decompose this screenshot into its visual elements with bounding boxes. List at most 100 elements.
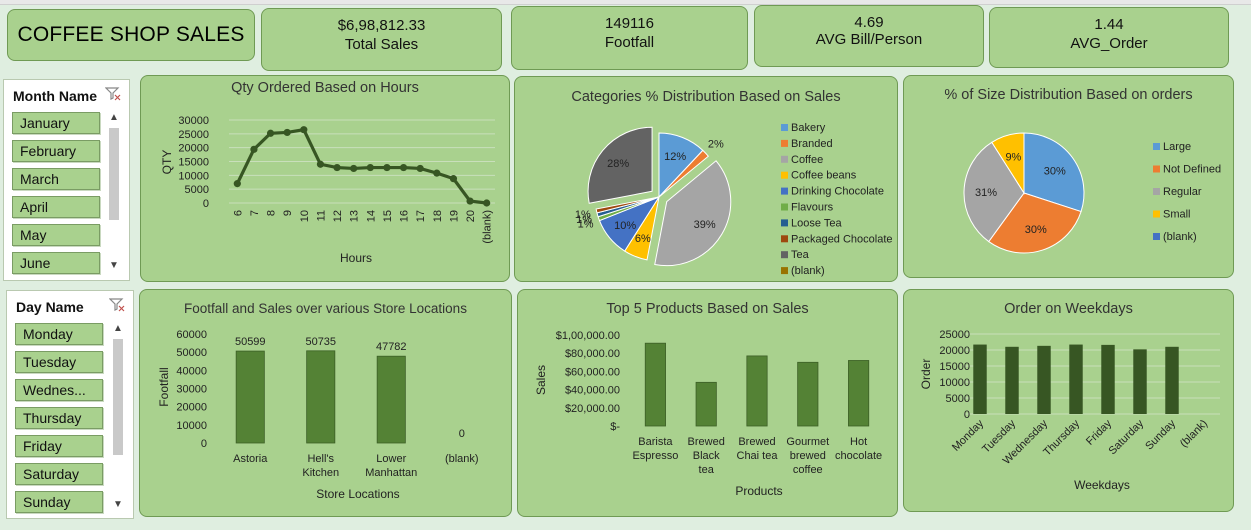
y-axis-label: Sales bbox=[534, 365, 548, 395]
data-point bbox=[449, 175, 458, 183]
legend-label: Regular bbox=[1163, 186, 1202, 198]
chevron-down-icon[interactable]: ▼ bbox=[112, 499, 124, 510]
x-tick-label: tea bbox=[699, 464, 715, 476]
x-tick-label: 8 bbox=[266, 210, 278, 216]
x-tick-label: 7 bbox=[249, 210, 261, 216]
series-line bbox=[235, 127, 487, 205]
bar-data-label: 47782 bbox=[376, 341, 407, 353]
bar bbox=[1069, 344, 1083, 414]
bar bbox=[1165, 346, 1179, 414]
y-tick-label: 0 bbox=[203, 198, 209, 210]
kpi-label: Footfall bbox=[604, 34, 655, 51]
data-point bbox=[233, 180, 241, 188]
y-tick-label: 20000 bbox=[176, 402, 207, 414]
legend-label: (blank) bbox=[791, 265, 825, 277]
bar bbox=[644, 342, 666, 427]
scrollbar-thumb[interactable] bbox=[113, 339, 123, 455]
slicer-item-thursday[interactable]: Thursday bbox=[15, 407, 103, 429]
bar bbox=[1133, 349, 1147, 414]
size-pie-panel: % of Size Distribution Based on orders 3… bbox=[903, 75, 1234, 278]
legend-label: Branded bbox=[791, 138, 833, 150]
legend-label: Packaged Chocolate bbox=[791, 233, 893, 245]
data-point bbox=[333, 163, 341, 172]
pie-data-label: 10% bbox=[614, 220, 636, 232]
day-slicer-title: Day Name bbox=[16, 299, 84, 315]
month-slicer: Month Name January February March April … bbox=[3, 79, 130, 281]
x-tick-label: Astoria bbox=[233, 453, 268, 465]
legend-swatch bbox=[1153, 143, 1160, 150]
x-tick-label: Black bbox=[693, 450, 720, 462]
pie-data-label: 9% bbox=[1005, 152, 1021, 164]
slicer-item-january[interactable]: January bbox=[12, 112, 100, 134]
x-tick-label: 13 bbox=[349, 210, 361, 222]
weekdays-bar-panel: Order on Weekdays 0 5000 10000 15000 20000 25… bbox=[903, 289, 1234, 512]
data-point bbox=[399, 163, 408, 172]
legend-label: Loose Tea bbox=[791, 217, 842, 229]
chevron-up-icon[interactable]: ▲ bbox=[108, 112, 120, 123]
hours-line-chart: 0 5000 1000015000 20000 25000 30000 6 7 8 9 10 11 12… bbox=[160, 115, 495, 265]
x-tick-label: Saturday bbox=[1107, 417, 1147, 457]
y-tick-label: $80,000.00 bbox=[565, 348, 620, 360]
x-tick-label: Brewed bbox=[738, 436, 775, 448]
clear-filter-icon[interactable] bbox=[105, 87, 121, 101]
size-pie-chart: 30% 30% 31% 9% Large Not Defined Regular Small (… bbox=[963, 132, 1221, 254]
pie-data-label: 30% bbox=[1025, 224, 1047, 236]
legend-swatch bbox=[781, 187, 788, 195]
bar-data-label: 0 bbox=[459, 428, 465, 440]
month-slicer-scrollbar[interactable]: ▲ ▼ bbox=[107, 112, 121, 274]
dashboard-title: COFFEE SHOP SALES bbox=[7, 9, 255, 61]
legend-label: Small bbox=[1163, 209, 1191, 221]
slicer-item-monday[interactable]: Monday bbox=[15, 323, 103, 345]
pie-data-label: 30% bbox=[1044, 166, 1066, 178]
legend-swatch bbox=[1153, 165, 1160, 173]
bar bbox=[235, 350, 265, 444]
legend-label: Drinking Chocolate bbox=[791, 186, 884, 198]
x-tick-label: 9 bbox=[282, 210, 294, 216]
bar-data-label: 50599 bbox=[235, 336, 266, 348]
y-tick-label: $40,000.00 bbox=[565, 385, 620, 397]
legend-label: Coffee beans bbox=[791, 170, 857, 182]
slicer-item-april[interactable]: April bbox=[12, 196, 100, 218]
y-axis-label: QTY bbox=[160, 150, 174, 175]
slicer-item-tuesday[interactable]: Tuesday bbox=[15, 351, 103, 373]
x-tick-label: Kitchen bbox=[302, 467, 339, 479]
x-tick-label: Friday bbox=[1084, 417, 1114, 447]
slicer-item-february[interactable]: February bbox=[12, 140, 100, 162]
legend-swatch bbox=[781, 203, 788, 211]
data-point bbox=[366, 163, 374, 172]
legend-label: Large bbox=[1163, 141, 1191, 153]
hours-line-chart-panel: Qty Ordered Based on Hours 0 5000 10000 150… bbox=[140, 75, 510, 282]
x-tick-label: 14 bbox=[365, 210, 377, 222]
bar bbox=[746, 355, 768, 427]
x-axis-label: Weekdays bbox=[1074, 478, 1130, 492]
kpi-label: AVG_Order bbox=[1070, 35, 1148, 52]
chevron-up-icon[interactable]: ▲ bbox=[112, 323, 124, 334]
legend-swatch bbox=[1153, 210, 1160, 218]
legend-swatch bbox=[781, 219, 788, 227]
y-tick-label: 10000 bbox=[939, 377, 970, 389]
category-pie-chart: 12%2%39%6%10%1%1%1%28%BakeryBrandedCoffe… bbox=[575, 122, 893, 277]
y-tick-label: 15000 bbox=[178, 157, 209, 169]
y-tick-label: 30000 bbox=[178, 115, 209, 127]
bar bbox=[973, 344, 987, 414]
slicer-item-may[interactable]: May bbox=[12, 224, 100, 246]
slicer-item-friday[interactable]: Friday bbox=[15, 435, 103, 457]
x-tick-label: Manhattan bbox=[365, 467, 417, 479]
slicer-item-saturday[interactable]: Saturday bbox=[15, 463, 103, 485]
slicer-item-sunday[interactable]: Sunday bbox=[15, 491, 103, 513]
x-tick-label: brewed bbox=[790, 450, 826, 462]
slicer-item-june[interactable]: June bbox=[12, 252, 100, 274]
y-tick-label: 30000 bbox=[176, 384, 207, 396]
y-tick-label: 5000 bbox=[185, 184, 209, 196]
pie-data-label: 39% bbox=[694, 219, 716, 231]
sheet-gridline bbox=[0, 0, 1251, 5]
clear-filter-icon[interactable] bbox=[109, 298, 125, 312]
y-tick-label: $20,000.00 bbox=[565, 403, 620, 415]
scrollbar-thumb[interactable] bbox=[109, 128, 119, 220]
slicer-item-wednesday[interactable]: Wednes... bbox=[15, 379, 103, 401]
day-slicer-scrollbar[interactable]: ▲ ▼ bbox=[111, 323, 125, 513]
slicer-item-march[interactable]: March bbox=[12, 168, 100, 190]
x-tick-label: 16 bbox=[399, 210, 411, 222]
chevron-down-icon[interactable]: ▼ bbox=[108, 260, 120, 271]
kpi-avg-bill: 4.69 AVG Bill/Person bbox=[754, 5, 984, 67]
